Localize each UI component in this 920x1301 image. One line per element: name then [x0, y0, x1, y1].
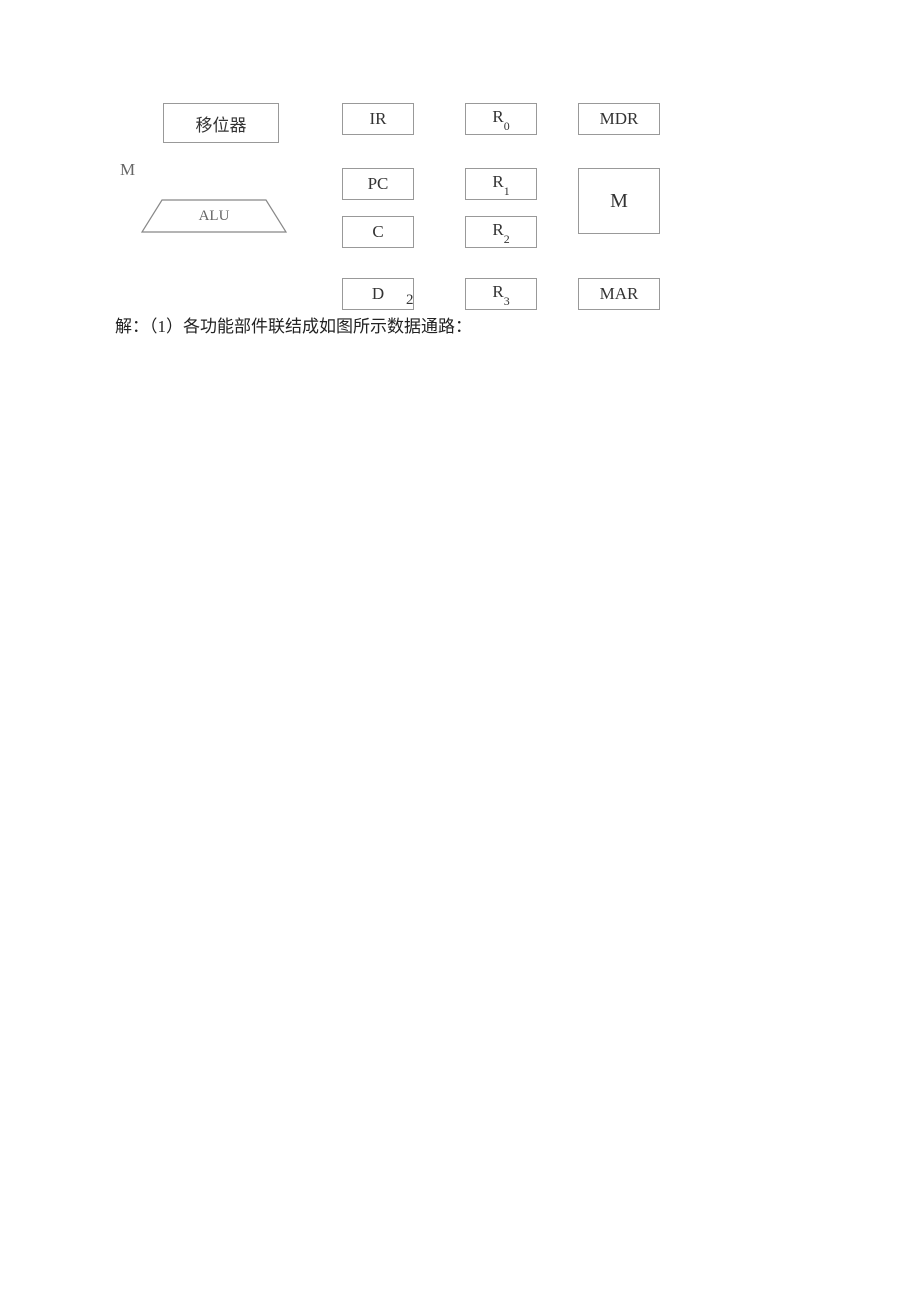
mar-label: MAR: [600, 284, 639, 304]
r1-label: R1: [492, 172, 509, 195]
c-label: C: [372, 222, 383, 242]
alu-label: ALU: [140, 198, 288, 234]
mar-box: MAR: [578, 278, 660, 310]
ir-box: IR: [342, 103, 414, 135]
r3-label: R3: [492, 282, 509, 305]
m-label: M: [120, 160, 135, 180]
r2-box: R2: [465, 216, 537, 248]
r1-box: R1: [465, 168, 537, 200]
r2-label: R2: [492, 220, 509, 243]
r3-box: R3: [465, 278, 537, 310]
r0-box: R0: [465, 103, 537, 135]
d-subscript: 2: [406, 292, 414, 309]
ir-label: IR: [370, 109, 387, 129]
mdr-label: MDR: [600, 109, 639, 129]
d-box: D: [342, 278, 414, 310]
r0-label: R0: [492, 107, 509, 130]
alu-block: ALU: [140, 198, 288, 234]
memory-box: M: [578, 168, 660, 234]
c-box: C: [342, 216, 414, 248]
pc-label: PC: [368, 174, 389, 194]
memory-label: M: [610, 190, 628, 213]
shifter-label: 移位器: [196, 111, 247, 136]
d-label: D: [372, 284, 384, 304]
pc-box: PC: [342, 168, 414, 200]
answer-text: 解：（1）各功能部件联结成如图所示数据通路：: [115, 312, 472, 337]
shifter-box: 移位器: [163, 103, 279, 143]
mdr-box: MDR: [578, 103, 660, 135]
